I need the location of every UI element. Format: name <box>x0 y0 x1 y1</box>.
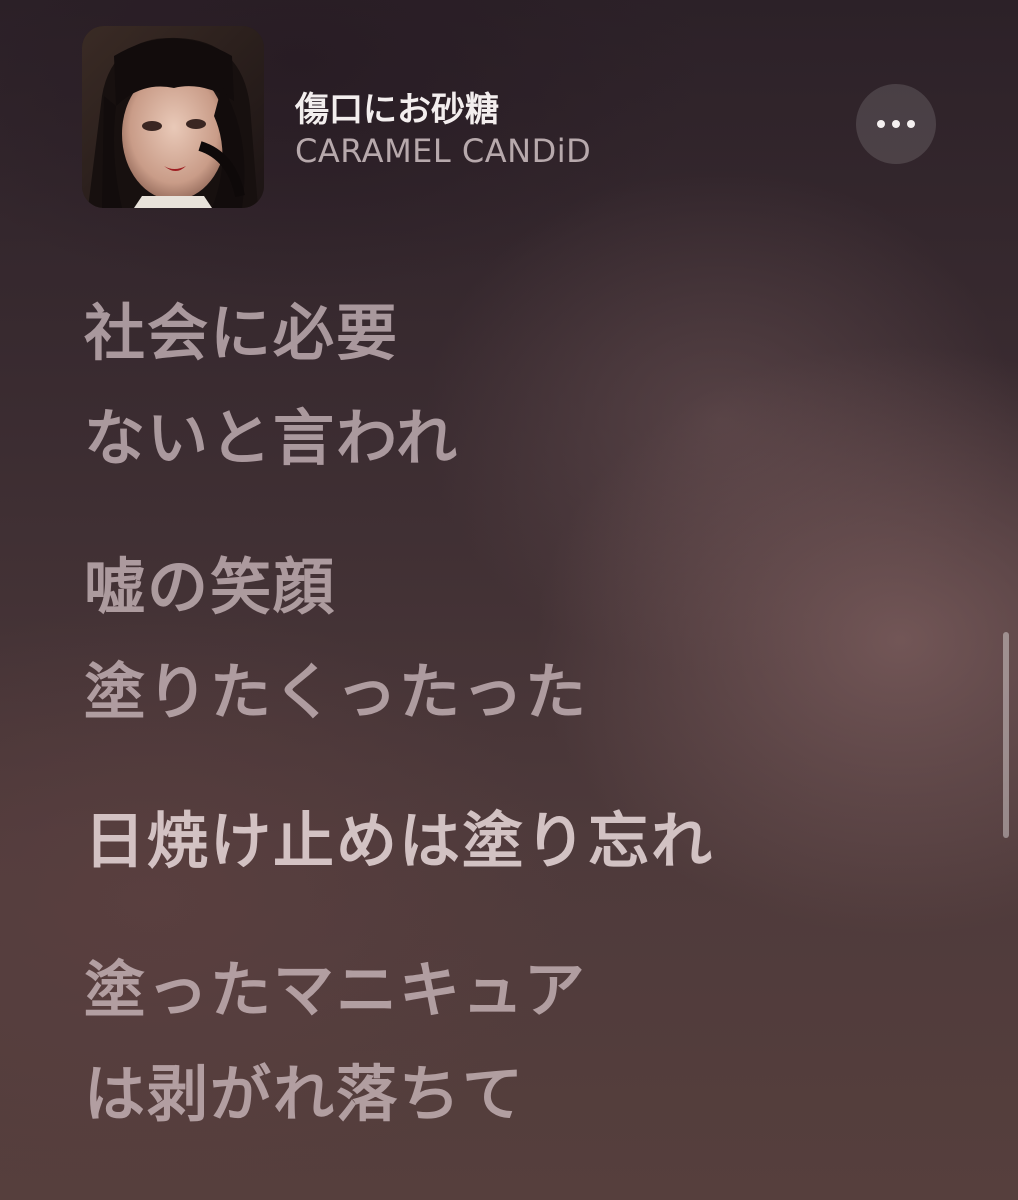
album-artwork[interactable] <box>82 26 264 208</box>
album-artwork-image <box>82 26 264 208</box>
lyric-line[interactable]: 塗ったマニキュア <box>84 939 964 1044</box>
lyric-line[interactable]: 塗りたくったった <box>84 641 964 746</box>
ellipsis-dot <box>907 120 915 128</box>
ellipsis-icon <box>877 120 915 128</box>
more-options-button[interactable] <box>856 84 936 164</box>
lyric-line[interactable]: 日焼け止めは塗り忘れ <box>84 790 964 895</box>
scrollbar[interactable] <box>1003 632 1009 838</box>
lyric-line[interactable]: 社会に必要 <box>84 282 964 387</box>
now-playing-header: 傷口にお砂糖 CARAMEL CANDiD <box>82 26 942 208</box>
lyric-block[interactable]: 塗ったマニキュア は剥がれ落ちて <box>84 939 964 1149</box>
lyric-line[interactable]: ないと言われ <box>84 387 964 492</box>
artist-name[interactable]: CARAMEL CANDiD <box>295 132 591 170</box>
lyric-line[interactable]: は剥がれ落ちて <box>84 1043 964 1148</box>
lyric-line[interactable]: 嘘の笑顔 <box>84 536 964 641</box>
lyrics-view[interactable]: 社会に必要 ないと言われ 嘘の笑顔 塗りたくったった 日焼け止めは塗り忘れ 塗っ… <box>84 282 964 1192</box>
song-title: 傷口にお砂糖 <box>295 90 499 130</box>
lyric-block[interactable]: 嘘の笑顔 塗りたくったった <box>84 536 964 746</box>
lyric-block[interactable]: 日焼け止めは塗り忘れ <box>84 790 964 895</box>
lyric-block[interactable]: 社会に必要 ないと言われ <box>84 282 964 492</box>
ellipsis-dot <box>892 120 900 128</box>
ellipsis-dot <box>877 120 885 128</box>
